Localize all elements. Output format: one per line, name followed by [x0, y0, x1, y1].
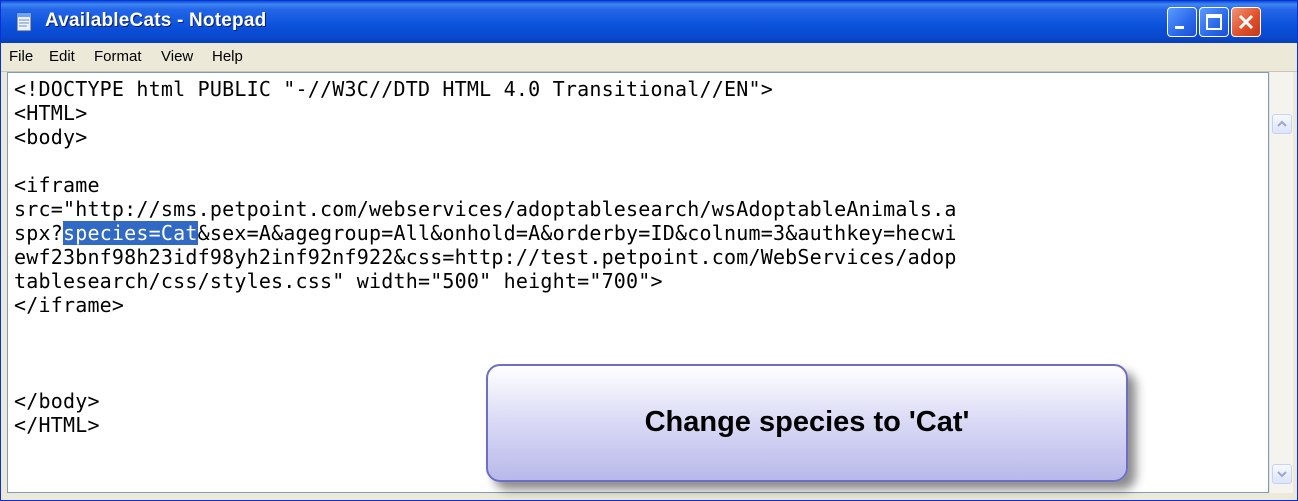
- window-title: AvailableCats - Notepad: [45, 10, 267, 31]
- close-button[interactable]: [1231, 7, 1261, 37]
- code-line: src="http://sms.petpoint.com/webservices…: [14, 197, 957, 221]
- instruction-callout: Change species to 'Cat': [486, 364, 1128, 482]
- scroll-down-button[interactable]: [1272, 464, 1292, 484]
- title-bar[interactable]: AvailableCats - Notepad: [1, 1, 1297, 43]
- chevron-down-icon: [1277, 471, 1287, 478]
- code-line: ewf23bnf98h23idf98yh2inf92nf922&css=http…: [14, 245, 957, 269]
- menu-view[interactable]: View: [161, 48, 193, 65]
- notepad-icon: [13, 11, 35, 33]
- selected-text: species=Cat: [62, 221, 198, 245]
- menu-file[interactable]: File: [9, 48, 33, 65]
- code-line: </iframe>: [14, 293, 125, 317]
- minimize-icon: [1175, 26, 1184, 29]
- code-line: <body>: [14, 125, 88, 149]
- maximize-button[interactable]: [1199, 7, 1229, 37]
- minimize-button[interactable]: [1167, 7, 1197, 37]
- code-line: </body>: [14, 389, 100, 413]
- menu-bar: File Edit Format View Help: [1, 43, 1297, 72]
- menu-edit[interactable]: Edit: [49, 48, 75, 65]
- scroll-up-button[interactable]: [1272, 114, 1292, 134]
- code-line-post: &sex=A&agegroup=All&onhold=A&orderby=ID&…: [197, 221, 957, 245]
- callout-text: Change species to 'Cat': [644, 406, 970, 438]
- code-line: tablesearch/css/styles.css" width="500" …: [14, 269, 663, 293]
- code-line: <iframe: [14, 173, 100, 197]
- code-line-pre: spx?: [14, 221, 63, 245]
- chevron-up-icon: [1277, 120, 1287, 127]
- vertical-scrollbar[interactable]: [1269, 72, 1293, 493]
- maximize-icon: [1206, 14, 1222, 30]
- code-line: <!DOCTYPE html PUBLIC "-//W3C//DTD HTML …: [14, 77, 773, 101]
- menu-format[interactable]: Format: [94, 48, 142, 65]
- menu-help[interactable]: Help: [212, 48, 243, 65]
- code-line: <HTML>: [14, 101, 88, 125]
- close-icon: [1238, 14, 1254, 30]
- code-line: </HTML>: [14, 413, 100, 437]
